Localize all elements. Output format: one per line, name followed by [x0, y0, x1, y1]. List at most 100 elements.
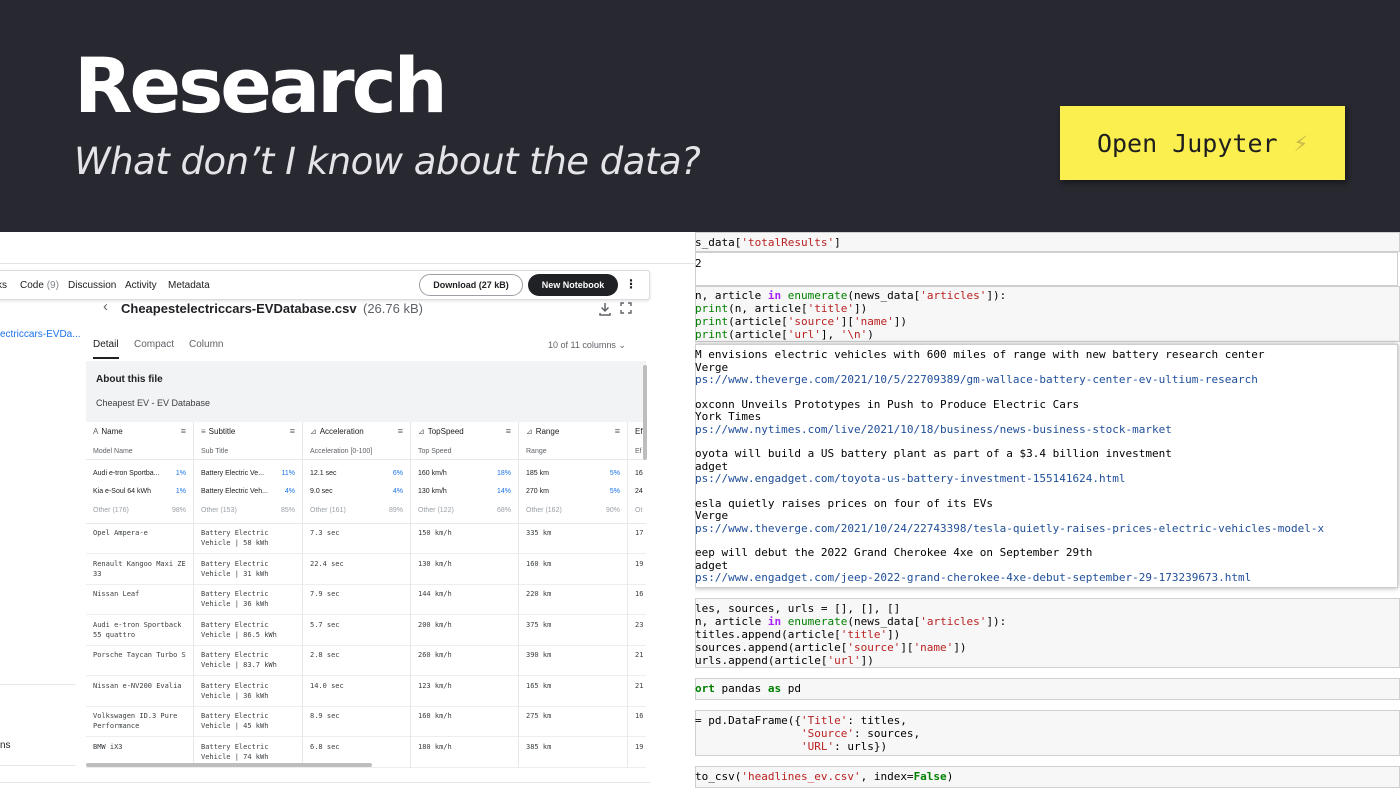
- tab-code[interactable]: Code (9): [20, 280, 59, 291]
- table-cell: 375 km: [526, 620, 552, 629]
- table-row: 180 km/h: [411, 738, 518, 768]
- code-cell[interactable]: n, article in enumerate(news_data['artic…: [695, 286, 1400, 342]
- table-column: ⊿ Range ≡ Range 185 km 5% 270 km 5% Other (162) 9…: [519, 422, 628, 768]
- column-type-icon: ⊿: [526, 427, 533, 436]
- column-name: ⊿ Range: [526, 427, 560, 436]
- code-cell[interactable]: s_data['totalResults']: [695, 232, 1400, 252]
- table-row: 8.9 sec: [303, 707, 410, 737]
- table-row: 220 km: [519, 585, 627, 615]
- table-cell: 19: [635, 742, 644, 751]
- column-header[interactable]: A Name ≡ Model Name: [86, 422, 193, 460]
- table-row: 19: [628, 555, 646, 585]
- table-cell: 390 km: [526, 651, 552, 659]
- about-description: Cheapest EV - EV Database: [96, 398, 211, 408]
- table-row: Battery Electric Vehicle | 36 kWh: [194, 677, 302, 707]
- table-cell: 220 km: [526, 590, 552, 598]
- table-cell: 260 km/h: [418, 651, 452, 659]
- sort-icon[interactable]: ≡: [290, 426, 295, 436]
- table-row: Battery Electric Vehicle | 83.7 kWh: [194, 646, 302, 676]
- lightning-bolt-icon: ⚡: [1293, 129, 1309, 157]
- table-row: 5.7 sec: [303, 616, 410, 646]
- table-cell: 16: [635, 712, 644, 720]
- column-name: ≡ Subtitle: [201, 427, 236, 436]
- tab-activity[interactable]: Activity: [125, 280, 157, 291]
- column-name: A Name: [93, 427, 123, 436]
- output-headline: eep will debut the 2022 Grand Cherokee 4…: [695, 546, 1093, 559]
- vertical-scrollbar[interactable]: [643, 365, 647, 460]
- tab-metadata[interactable]: Metadata: [168, 280, 210, 291]
- table-cell: Renault Kangoo Maxi ZE 33: [93, 559, 186, 578]
- divider: [0, 684, 76, 685]
- column-header[interactable]: ⊿ Range ≡ Range: [519, 422, 627, 460]
- code-cell[interactable]: ort pandas as pd: [695, 678, 1400, 700]
- tab-column[interactable]: Column: [189, 339, 223, 350]
- column-header[interactable]: ⊿ Acceleration ≡ Acceleration [0-100]: [303, 422, 410, 460]
- open-jupyter-button[interactable]: Open Jupyter ⚡: [1060, 106, 1345, 180]
- columns-selector[interactable]: 10 of 11 columns ⌄: [548, 340, 626, 351]
- output-headline: M envisions electric vehicles with 600 m…: [695, 348, 1265, 361]
- column-type-icon: ⊿: [418, 427, 425, 436]
- tab-compact[interactable]: Compact: [134, 339, 174, 350]
- file-name: Cheapestelectriccars-EVDatabase.csv: [121, 301, 357, 316]
- download-button[interactable]: Download (27 kB): [419, 274, 523, 296]
- table-cell: 16: [635, 590, 644, 598]
- horizontal-scrollbar[interactable]: [86, 763, 372, 767]
- more-vertical-icon[interactable]: ⋮: [625, 277, 637, 291]
- sort-icon[interactable]: ≡: [615, 426, 620, 436]
- table-cell: 130 km/h: [418, 559, 452, 568]
- output-url: ps://www.theverge.com/2021/10/5/22709389…: [695, 373, 1258, 386]
- column-stats: 16 24 Ot: [628, 460, 646, 524]
- code-cell[interactable]: les, sources, urls = [], [], [] n, artic…: [695, 598, 1400, 668]
- table-cell: 180 km/h: [418, 742, 452, 751]
- table-column: A Name ≡ Model Name Audi e-tron Sportba... 1%…: [86, 422, 194, 768]
- code-cell[interactable]: = pd.DataFrame({'Title': titles, 'Source…: [695, 710, 1400, 756]
- table-cell: Volkswagen ID.3 Pure Performance: [93, 712, 178, 730]
- stat-top-value: 185 km 5%: [526, 470, 620, 477]
- column-header[interactable]: ≡ Subtitle ≡ Sub Title: [194, 422, 302, 460]
- table-cell: 5.7 sec: [310, 620, 340, 629]
- table-row: 390 km: [519, 646, 627, 676]
- column-header[interactable]: ⊿ TopSpeed ≡ Top Speed: [411, 422, 518, 460]
- table-cell: 335 km: [526, 529, 552, 537]
- table-row: Battery Electric Vehicle | 86.5 kWh: [194, 616, 302, 646]
- divider: [0, 765, 76, 766]
- table-cell: 14.0 sec: [310, 681, 344, 690]
- stat-top-value: Battery Electric Veh... 4%: [201, 488, 295, 495]
- table-cell: 17: [635, 529, 644, 537]
- sort-icon[interactable]: ≡: [181, 426, 186, 436]
- table-row: Battery Electric Vehicle | 45 kWh: [194, 707, 302, 737]
- table-cell: 22.4 sec: [310, 559, 344, 568]
- data-table: A Name ≡ Model Name Audi e-tron Sportba... 1%…: [86, 422, 646, 768]
- table-cell: Battery Electric Vehicle | 58 kWh: [201, 529, 269, 547]
- output-source: York Times: [695, 410, 762, 423]
- tab-detail[interactable]: Detail: [93, 339, 119, 350]
- sort-icon[interactable]: ≡: [398, 426, 403, 436]
- fullscreen-icon[interactable]: [620, 302, 632, 314]
- stat-top-value: Audi e-tron Sportba... 1%: [93, 470, 186, 477]
- sidebar-item[interactable]: ns: [0, 740, 11, 751]
- divider: [0, 782, 650, 783]
- new-notebook-button[interactable]: New Notebook: [528, 274, 618, 296]
- column-stats: 160 km/h 18% 130 km/h 14% Other (122) 68%: [411, 460, 518, 524]
- table-row: 144 km/h: [411, 585, 518, 615]
- back-chevron-icon[interactable]: ‹: [103, 298, 108, 315]
- table-row: Nissan Leaf: [86, 585, 193, 615]
- column-type-icon: ⊿: [310, 427, 317, 436]
- tab-notebooks[interactable]: ks: [0, 280, 7, 291]
- code-cell[interactable]: to_csv('headlines_ev.csv', index=False): [695, 766, 1400, 788]
- download-icon[interactable]: [598, 302, 612, 316]
- sort-icon[interactable]: ≡: [506, 426, 511, 436]
- table-row: 385 km: [519, 738, 627, 768]
- table-cell: 6.8 sec: [310, 742, 340, 751]
- stat-top-value: 270 km 5%: [526, 488, 620, 495]
- kaggle-dataset-panel: ks Code (9) Discussion Activity Metadata…: [0, 232, 695, 788]
- stat-top-value: Battery Electric Ve... 11%: [201, 470, 295, 477]
- table-row: 7.9 sec: [303, 585, 410, 615]
- tab-discussion[interactable]: Discussion: [68, 280, 116, 291]
- table-cell: 160 km/h: [418, 712, 452, 720]
- table-row: Opel Ampera-e: [86, 524, 193, 554]
- table-cell: 7.3 sec: [310, 529, 340, 537]
- table-cell: BMW iX3: [93, 742, 123, 751]
- sidebar-file-link[interactable]: ectriccars-EVDa...: [0, 329, 81, 340]
- column-description: Range: [526, 448, 547, 455]
